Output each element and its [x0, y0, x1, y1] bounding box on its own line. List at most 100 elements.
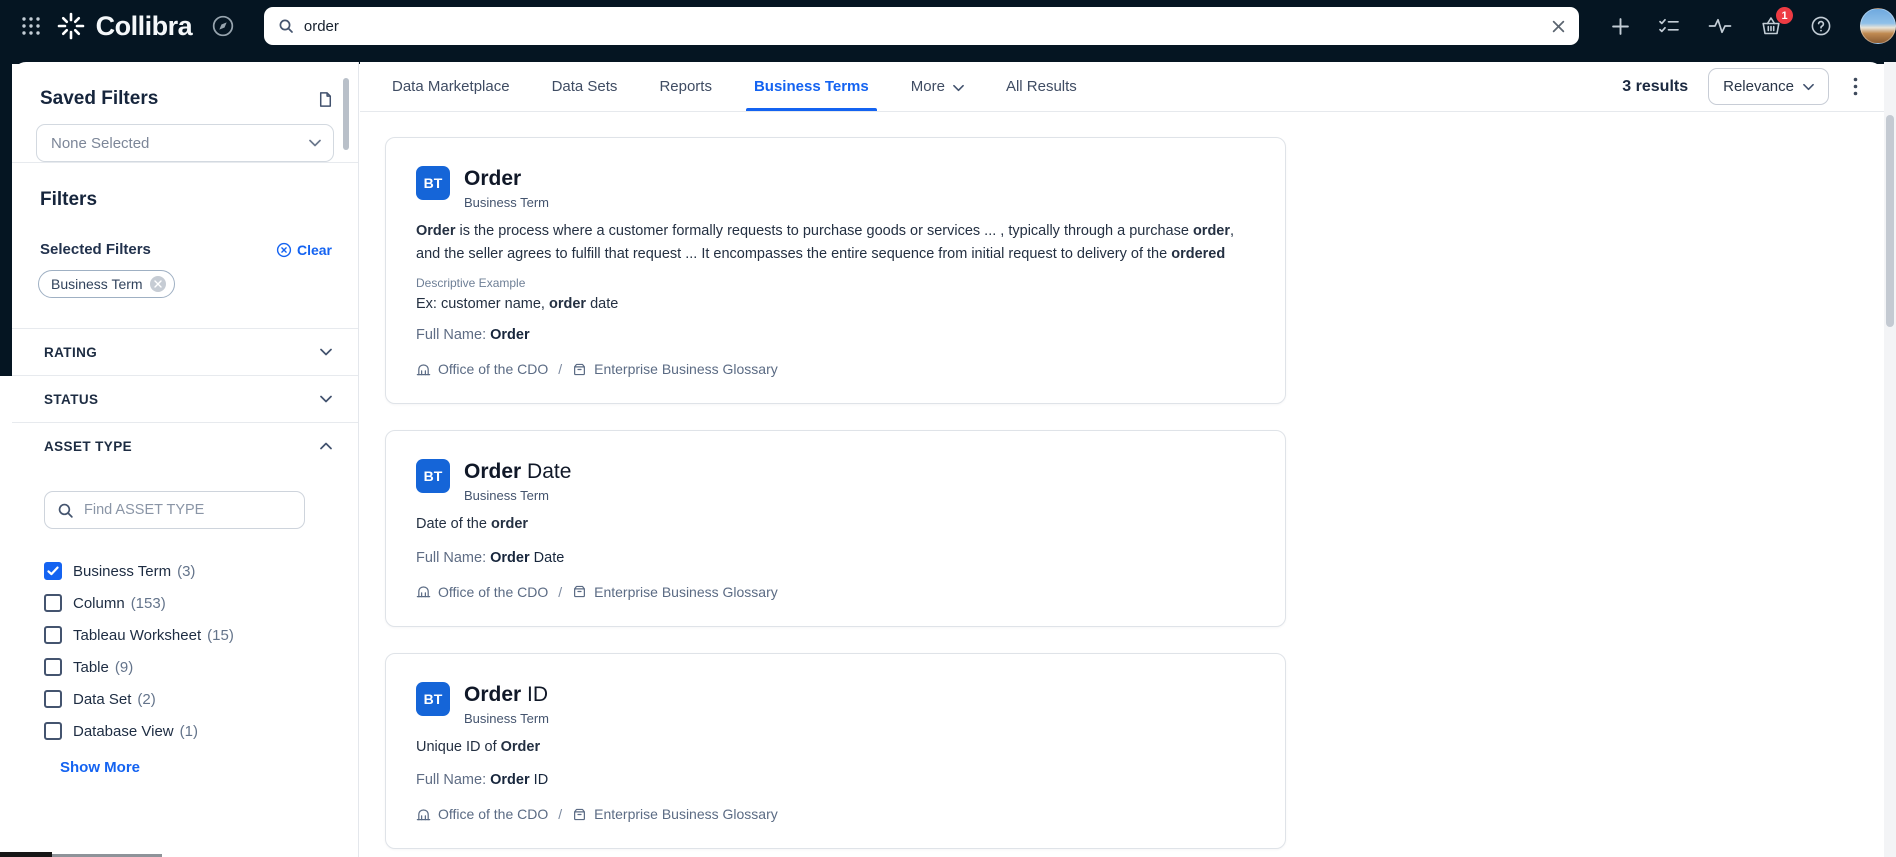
result-card[interactable]: BT Order ID Business Term Unique ID of O…: [385, 652, 1286, 849]
checkbox[interactable]: [44, 658, 62, 676]
full-name-value: Order: [490, 327, 530, 343]
collibra-mark-icon: [56, 11, 86, 41]
breadcrumb: Office of the CDO / Enterprise Business …: [416, 806, 1255, 822]
save-filter-icon[interactable]: [317, 91, 334, 108]
sort-label: Relevance: [1723, 78, 1794, 95]
checkbox[interactable]: [44, 562, 62, 580]
user-avatar[interactable]: [1860, 8, 1896, 44]
asset-type-option-business-term[interactable]: Business Term (3): [12, 555, 358, 587]
community-link[interactable]: Office of the CDO: [438, 806, 548, 822]
asset-type-count: (2): [137, 690, 156, 708]
filters-sidebar: Saved Filters None Selected Filters Sele…: [12, 62, 359, 857]
asset-type-option-table[interactable]: Table (9): [12, 651, 358, 683]
help-icon[interactable]: [1810, 15, 1832, 37]
chevron-down-icon: [320, 395, 332, 403]
remove-chip-icon[interactable]: [149, 276, 166, 292]
asset-type-option-column[interactable]: Column (153): [12, 587, 358, 619]
window-edge-dark: [0, 852, 52, 857]
chevron-down-icon: [953, 84, 964, 92]
sort-dropdown[interactable]: Relevance: [1708, 68, 1829, 105]
domain-icon: [572, 362, 587, 377]
result-title[interactable]: Order: [464, 166, 549, 191]
asset-type-option-tableau-worksheet[interactable]: Tableau Worksheet (15): [12, 619, 358, 651]
community-link[interactable]: Office of the CDO: [438, 361, 548, 377]
more-options-icon[interactable]: [1849, 73, 1862, 100]
tab-data-sets[interactable]: Data Sets: [552, 62, 618, 111]
asset-type-count: (9): [114, 658, 134, 676]
basket-icon[interactable]: 1: [1760, 7, 1793, 36]
asset-type-count: (153): [130, 594, 166, 612]
asset-type-label: Table: [73, 658, 109, 676]
breadcrumb-separator: /: [558, 583, 563, 600]
community-icon: [416, 584, 431, 599]
result-description: Order is the process where a customer fo…: [416, 223, 1235, 262]
domain-link[interactable]: Enterprise Business Glossary: [594, 361, 778, 377]
selected-filters-label: Selected Filters: [40, 241, 151, 258]
tab-label: Data Sets: [551, 78, 618, 95]
page-scrollbar-track[interactable]: [1884, 62, 1896, 857]
domain-link[interactable]: Enterprise Business Glossary: [594, 806, 778, 822]
tasks-icon[interactable]: [1658, 17, 1680, 35]
show-more-link[interactable]: Show More: [60, 759, 140, 776]
checkbox[interactable]: [44, 690, 62, 708]
chevron-down-icon: [320, 348, 332, 356]
search-results-panel: Data Marketplace Data Sets Reports Busin…: [360, 62, 1884, 857]
community-icon: [416, 807, 431, 822]
descriptive-example-label: Descriptive Example: [416, 276, 526, 290]
results-tab-bar: Data Marketplace Data Sets Reports Busin…: [360, 62, 1884, 112]
checkbox[interactable]: [44, 722, 62, 740]
chevron-up-icon: [320, 442, 332, 450]
asset-type-search[interactable]: [44, 491, 305, 529]
clear-circle-icon: [276, 242, 292, 258]
filter-chip-label: Business Term: [51, 276, 143, 292]
tab-label: Business Terms: [753, 78, 869, 95]
result-card[interactable]: BT Order Business Term Order is the proc…: [385, 137, 1286, 404]
full-name-value: Order ID: [490, 772, 549, 788]
page-scrollbar-thumb[interactable]: [1886, 115, 1894, 327]
result-title[interactable]: Order Date: [464, 459, 571, 484]
checkbox[interactable]: [44, 594, 62, 612]
clear-search-icon[interactable]: [1552, 20, 1565, 33]
sidebar-scrollbar[interactable]: [343, 78, 349, 150]
results-list: BT Order Business Term Order is the proc…: [360, 112, 1884, 857]
asset-type-search-input[interactable]: [84, 502, 294, 518]
clear-filters-button[interactable]: Clear: [276, 242, 332, 258]
compass-icon[interactable]: [208, 11, 238, 41]
checkbox[interactable]: [44, 626, 62, 644]
app-grid-icon[interactable]: [14, 9, 48, 43]
filter-chip-business-term[interactable]: Business Term: [38, 270, 175, 298]
search-input[interactable]: [303, 17, 1552, 35]
asset-type-label: Data Set: [73, 690, 132, 708]
tab-business-terms[interactable]: Business Terms: [745, 62, 877, 111]
asset-type-option-data-set[interactable]: Data Set (2): [12, 683, 358, 715]
global-search-bar[interactable]: [263, 7, 1579, 45]
community-link[interactable]: Office of the CDO: [438, 584, 548, 600]
filter-section-label: STATUS: [44, 391, 99, 407]
breadcrumb: Office of the CDO / Enterprise Business …: [416, 584, 1255, 600]
logo-text: Collibra: [95, 10, 193, 41]
filter-section-status[interactable]: STATUS: [12, 376, 358, 422]
collibra-logo[interactable]: Collibra: [56, 11, 193, 42]
tab-reports[interactable]: Reports: [659, 62, 712, 111]
result-asset-type: Business Term: [464, 488, 550, 503]
business-term-badge: BT: [416, 459, 450, 493]
business-term-badge: BT: [416, 166, 450, 200]
filter-section-asset-type[interactable]: ASSET TYPE: [12, 423, 358, 469]
saved-filters-dropdown[interactable]: None Selected: [36, 124, 334, 162]
asset-type-option-database-view[interactable]: Database View (1): [12, 715, 358, 747]
activity-icon[interactable]: [1708, 18, 1732, 34]
filters-title: Filters: [40, 189, 98, 210]
full-name-row: Full Name: Order: [416, 326, 1255, 344]
filter-section-rating[interactable]: RATING: [12, 329, 358, 375]
domain-link[interactable]: Enterprise Business Glossary: [594, 584, 778, 600]
tab-label: More: [910, 78, 945, 95]
left-edge-rail: [0, 52, 12, 376]
create-plus-icon[interactable]: [1611, 17, 1630, 36]
tab-label: Data Marketplace: [392, 78, 510, 95]
domain-icon: [572, 807, 587, 822]
result-card[interactable]: BT Order Date Business Term Date of the …: [385, 430, 1286, 627]
tab-more[interactable]: More: [911, 62, 964, 111]
result-title[interactable]: Order ID: [464, 682, 549, 707]
tab-all-results[interactable]: All Results: [1006, 62, 1077, 111]
tab-data-marketplace[interactable]: Data Marketplace: [392, 62, 510, 111]
